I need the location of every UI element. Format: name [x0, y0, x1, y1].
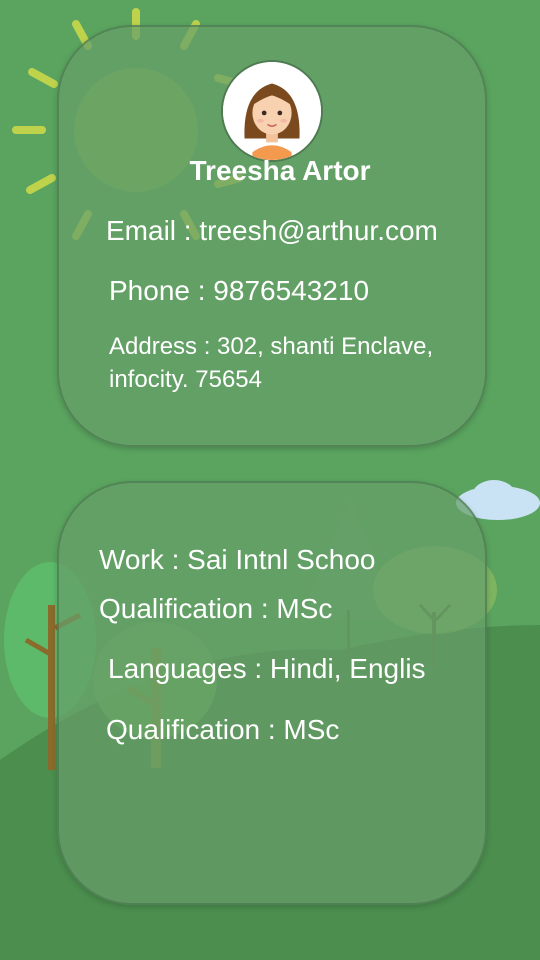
work-text: Work : Sai Intnl Schoo	[99, 544, 376, 575]
profile-name: Treesha Artor	[189, 155, 371, 186]
address-text: Address : 302, shanti Enclave, infocity.…	[109, 333, 434, 393]
qualification-text: Qualification : MSc	[99, 593, 333, 624]
profile-card: Treesha Artor Email : treesh@arthur.com …	[57, 25, 487, 447]
avatar	[221, 60, 323, 162]
languages-text: Languages : Hindi, Englis	[108, 653, 426, 684]
details-card: Work : Sai Intnl Schoo Qualification : M…	[57, 481, 487, 905]
phone-text: Phone : 9876543210	[109, 275, 370, 306]
girl-avatar-icon	[223, 62, 321, 160]
qualification-text-repeat: Qualification : MSc	[106, 714, 340, 745]
email-text: Email : treesh@arthur.com	[106, 215, 438, 246]
